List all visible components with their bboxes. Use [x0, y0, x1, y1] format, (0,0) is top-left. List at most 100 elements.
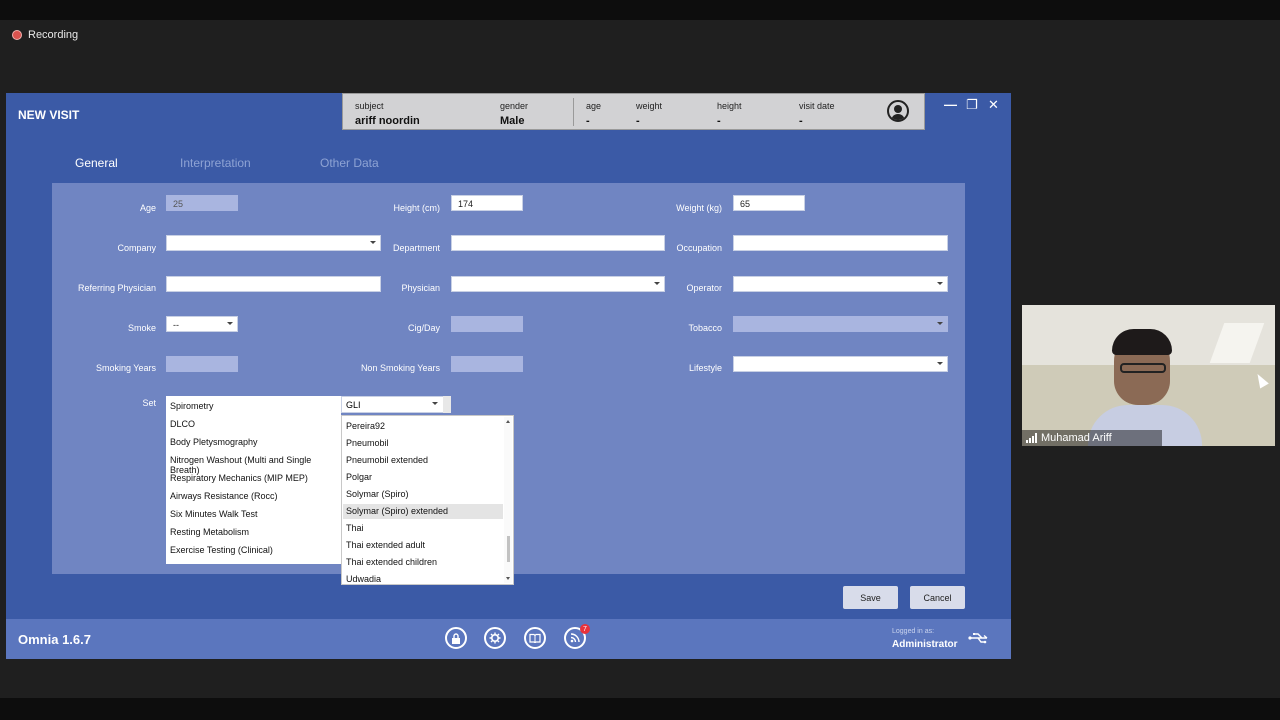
subject-bar: subject ariff noordin gender Male age - …: [342, 93, 925, 130]
occupation-field[interactable]: [733, 235, 948, 251]
rss-icon[interactable]: 7: [564, 624, 590, 649]
bottom-bar: [0, 698, 1280, 720]
scroll-down-icon[interactable]: [506, 577, 510, 580]
tab-general[interactable]: General: [75, 156, 118, 170]
participant-glasses: [1120, 363, 1166, 373]
usb-icon: [968, 631, 990, 647]
dropdown-option-highlighted[interactable]: Solymar (Spiro) extended: [346, 506, 448, 516]
weight-value: -: [636, 115, 640, 127]
tobacco-select: [733, 316, 948, 332]
window-title: NEW VISIT: [18, 108, 80, 122]
set-item[interactable]: Nitrogen Washout (Multi and Single Breat…: [170, 455, 341, 475]
cig-day-label: Cig/Day: [407, 323, 440, 333]
chevron-down-icon: [937, 282, 943, 285]
user-avatar-icon[interactable]: [887, 100, 909, 122]
gender-label: gender: [500, 101, 529, 111]
smoke-value: --: [173, 320, 179, 330]
non-smoking-years-label: Non Smoking Years: [360, 363, 440, 373]
age-label: age: [586, 101, 602, 111]
set-item[interactable]: DLCO: [170, 419, 195, 429]
reference-select[interactable]: GLI: [341, 396, 451, 413]
reference-dropdown-list[interactable]: Pereira92 Pneumobil Pneumobil extended P…: [341, 415, 514, 585]
smoke-select[interactable]: --: [166, 316, 238, 332]
height-label: height: [717, 101, 742, 111]
reference-select-scrollbar[interactable]: [443, 396, 451, 413]
dropdown-option[interactable]: Thai extended adult: [346, 540, 425, 550]
visit-date-label: visit date: [799, 101, 835, 111]
logged-in-user: Administrator: [892, 639, 958, 650]
chevron-down-icon: [227, 322, 233, 325]
close-icon[interactable]: ✕: [988, 97, 999, 113]
cancel-button[interactable]: Cancel: [910, 586, 965, 609]
set-item[interactable]: Body Pletysmography: [170, 437, 258, 447]
set-item[interactable]: Six Minutes Walk Test: [170, 509, 258, 519]
chevron-down-icon: [432, 402, 438, 405]
department-label: Department: [392, 243, 440, 253]
chevron-down-icon: [937, 322, 943, 325]
gear-icon[interactable]: [484, 627, 506, 649]
subject-divider: [573, 98, 574, 126]
subject-value: ariff noordin: [355, 115, 420, 127]
participant-name-tag: Muhamad Ariff: [1022, 430, 1162, 446]
top-bar: [0, 0, 1280, 20]
lifestyle-select[interactable]: [733, 356, 948, 372]
age-field-label: Age: [139, 203, 156, 213]
dropdown-option[interactable]: Pneumobil: [346, 438, 389, 448]
set-item[interactable]: Respiratory Mechanics (MIP MEP): [170, 473, 308, 483]
participant-name: Muhamad Ariff: [1041, 432, 1112, 444]
form-panel: Age 25 Height (cm) 174 Weight (kg) 65 Co…: [52, 183, 965, 585]
recording-label: Recording: [28, 29, 79, 41]
save-button[interactable]: Save: [843, 586, 898, 609]
dropdown-option[interactable]: Pneumobil extended: [346, 455, 428, 465]
set-item[interactable]: Exercise Testing (Clinical): [170, 545, 273, 555]
height-value: -: [717, 115, 721, 127]
signal-strength-icon: [1026, 433, 1037, 443]
weight-field[interactable]: 65: [733, 195, 805, 211]
dropdown-option[interactable]: Thai extended children: [346, 557, 437, 567]
app-window: NEW VISIT subject ariff noordin gender M…: [6, 93, 1011, 659]
dropdown-option[interactable]: Polgar: [346, 472, 372, 482]
book-icon[interactable]: [524, 627, 546, 649]
tab-interpretation[interactable]: Interpretation: [180, 156, 251, 170]
operator-label: Operator: [686, 283, 722, 293]
subject-label: subject: [355, 101, 384, 111]
notification-badge: 7: [580, 624, 590, 634]
reference-select-value: GLI: [346, 400, 361, 410]
chevron-down-icon: [937, 362, 943, 365]
scroll-up-icon[interactable]: [506, 420, 510, 423]
height-field[interactable]: 174: [451, 195, 523, 211]
set-list[interactable]: Spirometry DLCO Body Pletysmography Nitr…: [166, 396, 341, 564]
company-label: Company: [117, 243, 156, 253]
occupation-label: Occupation: [676, 243, 722, 253]
referring-physician-label: Referring Physician: [77, 283, 156, 293]
weight-label: weight: [636, 101, 663, 111]
set-item[interactable]: Resting Metabolism: [170, 527, 249, 537]
dropdown-option[interactable]: Solymar (Spiro): [346, 489, 409, 499]
smoking-years-field: [166, 356, 238, 372]
lock-icon[interactable]: [445, 627, 467, 649]
restore-icon[interactable]: ❐: [966, 97, 978, 113]
set-item[interactable]: Spirometry: [170, 401, 214, 411]
set-label: Set: [142, 398, 156, 408]
smoking-years-label: Smoking Years: [95, 363, 156, 373]
minimize-icon[interactable]: —: [944, 97, 957, 112]
scrollbar-thumb[interactable]: [507, 536, 510, 562]
visit-date-value: -: [799, 115, 803, 127]
logged-in-label: Logged in as:: [892, 628, 935, 635]
tab-other-data[interactable]: Other Data: [320, 156, 379, 170]
participant-hair: [1112, 329, 1172, 355]
dropdown-option[interactable]: Pereira92: [346, 421, 385, 431]
video-tile[interactable]: Muhamad Ariff: [1022, 305, 1275, 446]
height-field-label: Height (cm): [393, 203, 440, 213]
footer-bar: Omnia 1.6.7 7 Logged in as: Administrato…: [6, 619, 1011, 659]
tobacco-label: Tobacco: [688, 323, 722, 333]
gender-value: Male: [500, 115, 525, 127]
operator-select[interactable]: [733, 276, 948, 292]
set-item[interactable]: Airways Resistance (Rocc): [170, 491, 278, 501]
dropdown-option[interactable]: Udwadia: [346, 574, 381, 584]
recording-indicator: Recording: [12, 29, 78, 41]
lifestyle-label: Lifestyle: [688, 363, 722, 373]
age-field: 25: [166, 195, 238, 211]
dropdown-option[interactable]: Thai: [346, 523, 364, 533]
app-brand: Omnia 1.6.7: [18, 632, 91, 647]
